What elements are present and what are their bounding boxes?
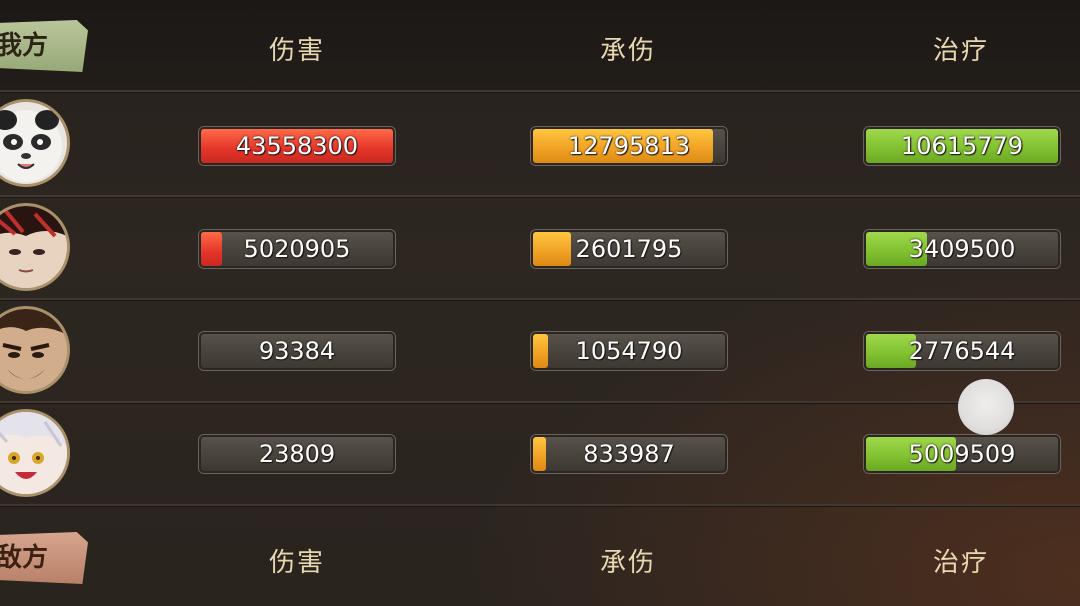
heal-value: 5009509 bbox=[908, 440, 1016, 468]
column-header-heal: 治疗 bbox=[932, 548, 989, 578]
damage-bar: 23809 bbox=[199, 435, 395, 473]
enemy-section-tag: 敌方 bbox=[0, 532, 88, 584]
taken-bar: 1054790 bbox=[531, 332, 727, 370]
row-divider bbox=[0, 90, 1080, 93]
damage-value: 23809 bbox=[258, 440, 336, 468]
column-header-damage: 伤害 bbox=[268, 36, 325, 66]
column-header-taken: 承伤 bbox=[599, 548, 656, 578]
touch-indicator bbox=[958, 379, 1014, 435]
taken-value: 2601795 bbox=[575, 235, 683, 263]
column-header-heal: 治疗 bbox=[932, 36, 989, 66]
heal-value: 2776544 bbox=[908, 337, 1016, 365]
damage-bar: 5020905 bbox=[199, 230, 395, 268]
row-divider bbox=[0, 401, 1080, 404]
heal-bar: 5009509 bbox=[864, 435, 1060, 473]
column-header-damage: 伤害 bbox=[268, 548, 325, 578]
heal-bar: 3409500 bbox=[864, 230, 1060, 268]
friendly-section-tag: 我方 bbox=[0, 20, 88, 72]
damage-bar: 93384 bbox=[199, 332, 395, 370]
damage-value: 43558300 bbox=[235, 132, 359, 160]
row-divider bbox=[0, 195, 1080, 198]
taken-bar: 833987 bbox=[531, 435, 727, 473]
heal-bar: 10615779 bbox=[864, 127, 1060, 165]
heal-value: 10615779 bbox=[900, 132, 1024, 160]
damage-value: 5020905 bbox=[243, 235, 351, 263]
taken-value: 1054790 bbox=[575, 337, 683, 365]
heal-bar: 2776544 bbox=[864, 332, 1060, 370]
row-divider bbox=[0, 298, 1080, 301]
column-header-taken: 承伤 bbox=[599, 36, 656, 66]
taken-value: 833987 bbox=[583, 440, 675, 468]
heal-value: 3409500 bbox=[908, 235, 1016, 263]
damage-value: 93384 bbox=[258, 337, 336, 365]
row-divider bbox=[0, 504, 1080, 507]
taken-bar: 12795813 bbox=[531, 127, 727, 165]
damage-bar: 43558300 bbox=[199, 127, 395, 165]
taken-bar: 2601795 bbox=[531, 230, 727, 268]
taken-value: 12795813 bbox=[567, 132, 691, 160]
